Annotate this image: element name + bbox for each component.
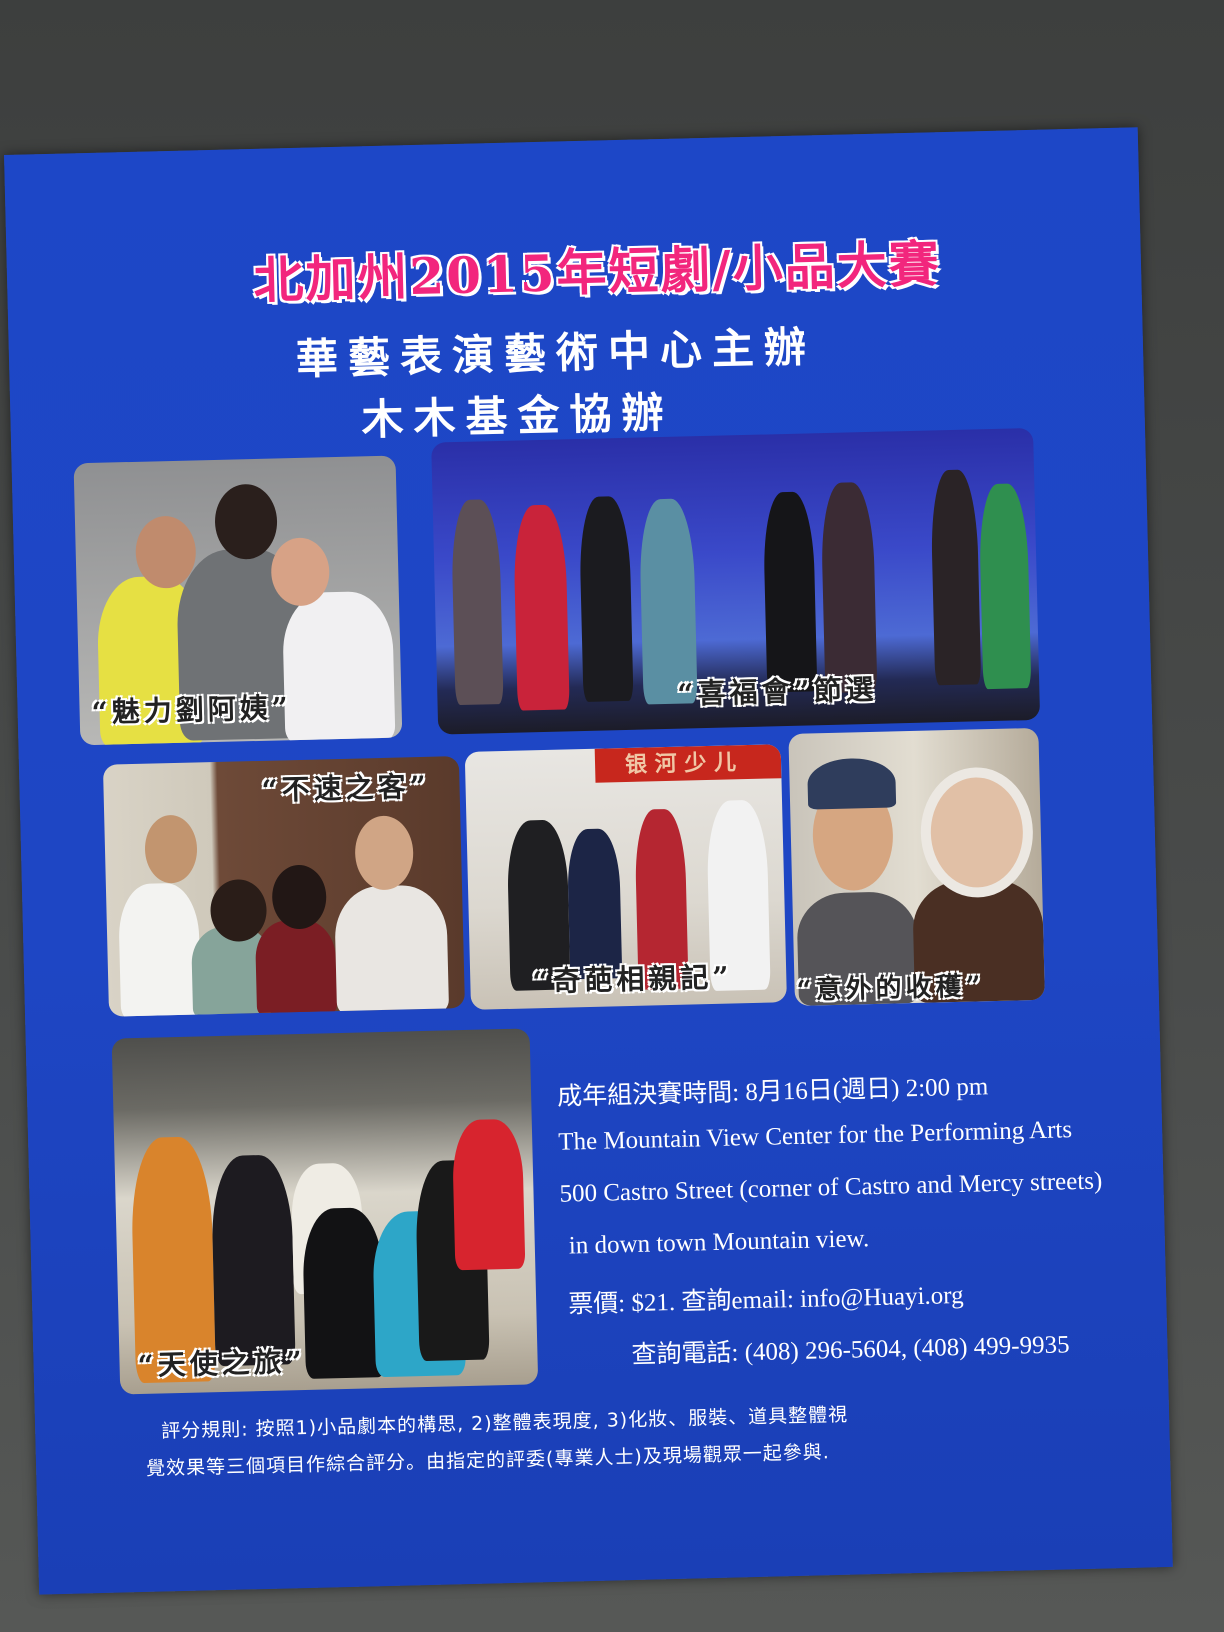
photo-uninvited-guest: “不速之客” [102,756,465,1017]
caption-charming-aunt: “魅力劉阿姨” [91,691,293,730]
person-figure [578,495,634,703]
person-figure [566,828,623,980]
person-figure [978,483,1032,690]
photo-unexpected-harvest: “意外的收穫” [788,727,1045,1006]
person-head [929,776,1025,889]
rules-line-1: 評分規則: 按照1)小品劇本的構思, 2)整體表現度, 3)化妝、服裝、道具整體… [160,1403,849,1443]
photo-joy-luck-club: “喜福會”節選 [431,427,1041,735]
event-area: in down town Mountain view. [568,1225,870,1260]
person-figure [333,884,450,1016]
person-figure [254,919,338,1017]
person-head [354,815,415,891]
person-head [271,864,327,930]
person-figure [762,491,818,693]
person-figure [210,1154,296,1367]
screen: { "poster": { "title": "北加州2015年短劇/小品大賽"… [0,0,1224,1632]
person-figure [512,504,570,711]
photo-angel-journey: “天使之旅” [111,1028,539,1395]
photo-charming-aunt: “魅力劉阿姨” [73,455,403,746]
person-figure [451,1118,526,1271]
person-figure [117,882,202,1017]
caption-joy-luck-club: “喜福會”節選 [676,672,878,711]
person-figure [929,469,982,686]
banner-sign: 银 河 少 儿 [594,744,782,783]
event-schedule: 成年組決賽時間: 8月16日(週日) 2:00 pm [556,1073,989,1111]
person-head [214,483,278,560]
poster-title: 北加州2015年短劇/小品大賽 [252,234,942,310]
person-head [144,814,198,884]
caption-angel-journey: “天使之旅” [137,1344,307,1383]
event-phone: 查詢電話: (408) 296-5604, (408) 499-9935 [631,1331,1070,1370]
photo-weird-blind-date: 银 河 少 儿 “奇葩相親記” [464,744,787,1010]
event-poster: 北加州2015年短劇/小品大賽 華藝表演藝術中心主辦 木木基金協辦 “魅力劉阿姨… [4,127,1173,1595]
cap-icon [807,757,897,810]
event-address: 500 Castro Street (corner of Castro and … [559,1167,1103,1208]
person-figure [450,499,504,706]
caption-uninvited-guest: “不速之客” [261,769,431,807]
event-ticket: 票價: $21. 查詢email: info@Huayi.org [567,1281,964,1319]
caption-weird-blind-date: “奇葩相親記” [531,960,733,999]
person-figure [820,481,878,694]
rules-line-2: 覺效果等三個項目作綜合評分。由指定的評委(專業人士)及現場觀眾一起參與. [145,1441,831,1480]
event-venue: The Mountain View Center for the Perform… [557,1116,1073,1156]
person-figure [281,590,396,744]
caption-unexpected-harvest: “意外的收穫” [796,971,985,1006]
